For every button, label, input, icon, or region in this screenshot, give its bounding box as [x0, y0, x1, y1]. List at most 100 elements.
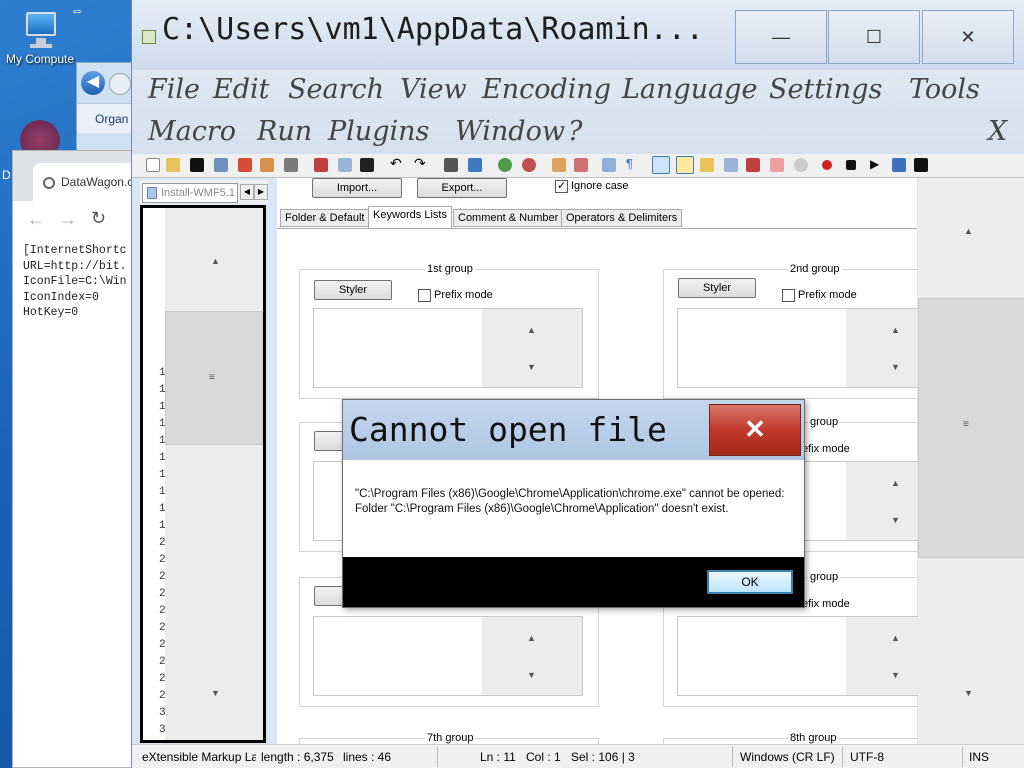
open-file-icon[interactable] — [166, 158, 180, 172]
scroll-down-icon[interactable]: ▼ — [211, 688, 220, 698]
replace-icon[interactable] — [468, 158, 482, 172]
redo-icon[interactable]: ↷ — [414, 155, 428, 171]
monitoring-icon[interactable] — [794, 158, 808, 172]
scroll-down-icon[interactable]: ▼ — [891, 515, 900, 525]
new-file-icon[interactable] — [146, 158, 160, 172]
keywords-textbox-1[interactable]: ▲ ▼ — [313, 308, 583, 388]
menu-macro[interactable]: Macro — [148, 116, 236, 147]
scroll-down-icon[interactable]: ▼ — [891, 362, 900, 372]
word-wrap-icon[interactable] — [602, 158, 616, 172]
zoom-in-icon[interactable] — [498, 158, 512, 172]
scroll-up-icon[interactable]: ▲ — [211, 256, 220, 266]
undo-icon[interactable]: ↶ — [390, 155, 404, 171]
menu-file[interactable]: File — [148, 74, 200, 105]
zoom-out-icon[interactable] — [522, 158, 536, 172]
play-macro-icon[interactable]: ▶ — [870, 157, 884, 171]
my-computer-shortcut[interactable]: My Compute — [0, 8, 80, 66]
dialog-title-bar[interactable]: Cannot open file ✕ — [343, 400, 804, 460]
styler-button-1[interactable]: Styler — [314, 280, 392, 300]
scroll-up-icon[interactable]: ▲ — [964, 226, 973, 236]
status-lines: lines : 46 — [343, 750, 392, 764]
status-eol[interactable]: Windows (CR LF) — [740, 750, 835, 764]
menu-settings[interactable]: Settings — [769, 74, 882, 105]
scroll-down-icon[interactable]: ▼ — [527, 670, 536, 680]
cut-icon[interactable] — [314, 158, 328, 172]
menu-help[interactable]: ? — [568, 116, 582, 147]
panel-scroll-thumb[interactable]: ≡ — [918, 298, 1024, 558]
menu-tools[interactable]: Tools — [909, 74, 980, 105]
menu-edit[interactable]: Edit — [213, 74, 269, 105]
menu-plugins[interactable]: Plugins — [328, 116, 429, 147]
forward-icon[interactable]: → — [59, 209, 77, 230]
ignore-case-checkbox[interactable]: ✓ — [555, 180, 568, 193]
paste-icon[interactable] — [360, 158, 374, 172]
scroll-down-icon[interactable]: ▼ — [891, 670, 900, 680]
stop-macro-icon[interactable] — [846, 160, 856, 170]
tab-keywords-lists[interactable]: Keywords Lists — [368, 206, 452, 228]
scroll-down-icon[interactable]: ▼ — [964, 688, 973, 698]
doc-list-icon[interactable] — [724, 158, 738, 172]
doc-tab[interactable]: Install-WMF5.1 — [142, 183, 238, 203]
import-button[interactable]: Import... — [312, 178, 402, 198]
scroll-up-icon[interactable]: ▲ — [891, 325, 900, 335]
keywords-textbox-6[interactable]: ▲ ▼ — [677, 616, 921, 696]
doc-map-icon[interactable] — [700, 158, 714, 172]
sync-horizontal-icon[interactable] — [574, 158, 588, 172]
tab-comment-number[interactable]: Comment & Number — [453, 209, 564, 227]
indent-guide-icon[interactable] — [652, 156, 670, 174]
scroll-up-icon[interactable]: ▲ — [891, 633, 900, 643]
print-icon[interactable] — [284, 158, 298, 172]
show-all-chars-icon[interactable]: ¶ — [626, 156, 640, 171]
styler-button-2[interactable]: Styler — [678, 278, 756, 298]
menu-language[interactable]: Language — [622, 74, 757, 105]
tab-scroll-right-icon[interactable]: ▶ — [254, 184, 268, 200]
panel-scrollbar[interactable]: ▲ ≡ ▼ — [918, 178, 1024, 744]
gutter-scrollbar[interactable] — [165, 208, 263, 740]
status-insert-mode[interactable]: INS — [969, 750, 989, 764]
tab-folder-default[interactable]: Folder & Default — [280, 209, 370, 227]
back-icon[interactable]: ← — [27, 209, 45, 230]
ok-button[interactable]: OK — [707, 570, 793, 594]
close-file-icon[interactable] — [238, 158, 252, 172]
menu-search[interactable]: Search — [288, 74, 384, 105]
udl-icon[interactable] — [676, 156, 694, 174]
keywords-textbox-2[interactable]: ▲ ▼ — [677, 308, 921, 388]
status-encoding[interactable]: UTF-8 — [850, 750, 884, 764]
close-all-icon[interactable] — [260, 158, 274, 172]
save-macro-icon[interactable] — [914, 158, 928, 172]
menu-close-doc[interactable]: X — [988, 116, 1007, 147]
keywords-textbox-5[interactable]: ▲ ▼ — [313, 616, 583, 696]
close-button[interactable]: ✕ — [922, 10, 1014, 64]
tab-operators-delimiters[interactable]: Operators & Delimiters — [561, 209, 683, 227]
scroll-down-icon[interactable]: ▼ — [527, 362, 536, 372]
save-all-icon[interactable] — [214, 158, 228, 172]
maximize-button[interactable]: ☐ — [828, 10, 920, 64]
scroll-up-icon[interactable]: ▲ — [891, 478, 900, 488]
title-bar[interactable]: C:\Users\vm1\AppData\Roamin... — ☐ ✕ — [132, 0, 1024, 70]
copy-icon[interactable] — [338, 158, 352, 172]
folder-workspace-icon[interactable] — [770, 158, 784, 172]
scroll-up-icon[interactable]: ▲ — [527, 325, 536, 335]
prefix-mode-checkbox-1[interactable] — [418, 289, 431, 302]
menu-view[interactable]: View — [400, 74, 467, 105]
export-button[interactable]: Export... — [417, 178, 507, 198]
function-list-icon[interactable] — [746, 158, 760, 172]
prefix-mode-checkbox-2[interactable] — [782, 289, 795, 302]
minimize-button[interactable]: — — [735, 10, 827, 64]
browser-tab-title: DataWagon.co — [61, 175, 140, 189]
record-macro-icon[interactable] — [822, 160, 832, 170]
back-arrow-icon[interactable]: ◀ — [81, 71, 105, 95]
run-multiple-icon[interactable] — [892, 158, 906, 172]
menu-encoding[interactable]: Encoding — [482, 74, 611, 105]
menu-window[interactable]: Window — [455, 116, 565, 147]
reload-icon[interactable]: ↻ — [91, 208, 106, 229]
tab-scroll-left-icon[interactable]: ◀ — [240, 184, 254, 200]
sync-vertical-icon[interactable] — [552, 158, 566, 172]
dialog-close-button[interactable]: ✕ — [709, 404, 801, 456]
group-6-label: group — [808, 571, 841, 583]
save-icon[interactable] — [190, 158, 204, 172]
scroll-up-icon[interactable]: ▲ — [527, 633, 536, 643]
find-icon[interactable] — [444, 158, 458, 172]
gutter-scroll-thumb[interactable]: ≡ — [165, 311, 263, 445]
menu-run[interactable]: Run — [257, 116, 312, 147]
